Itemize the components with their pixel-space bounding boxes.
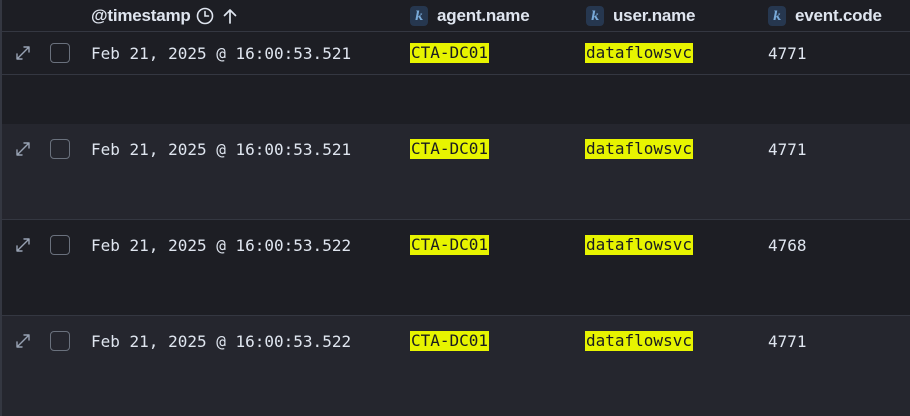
- event-code-cell: 4771: [768, 43, 807, 63]
- discover-data-grid: @timestamp k agent.name k user.name k ev…: [0, 0, 910, 416]
- agent-name-cell: CTA-DC01: [410, 43, 490, 63]
- keyword-field-type-icon: k: [410, 5, 428, 26]
- row-select-checkbox[interactable]: [50, 139, 70, 159]
- search-highlight: CTA-DC01: [410, 43, 490, 63]
- column-header-agent-name[interactable]: k agent.name: [410, 0, 530, 31]
- expand-row-icon[interactable]: [14, 236, 32, 254]
- user-name-cell: dataflowsvc: [585, 43, 693, 63]
- search-highlight: dataflowsvc: [585, 331, 693, 351]
- agent-name-cell: CTA-DC01: [410, 331, 490, 351]
- column-header-label: event.code: [795, 5, 882, 25]
- grid-left-border: [0, 0, 2, 416]
- timestamp-cell: Feb 21, 2025 @ 16:00:53.522: [91, 331, 352, 351]
- clock-icon: [195, 6, 215, 26]
- row-select-checkbox[interactable]: [50, 235, 70, 255]
- expand-row-icon[interactable]: [14, 44, 32, 62]
- table-row: Feb 21, 2025 @ 16:00:53.521 CTA-DC01 dat…: [0, 124, 910, 220]
- timestamp-cell: Feb 21, 2025 @ 16:00:53.521: [91, 43, 352, 63]
- search-highlight: CTA-DC01: [410, 331, 490, 351]
- search-highlight: dataflowsvc: [585, 139, 693, 159]
- search-highlight: CTA-DC01: [410, 235, 490, 255]
- user-name-cell: dataflowsvc: [585, 139, 693, 159]
- event-code-cell: 4768: [768, 235, 807, 255]
- column-header-timestamp[interactable]: @timestamp: [91, 0, 239, 31]
- user-name-cell: dataflowsvc: [585, 331, 693, 351]
- search-highlight: CTA-DC01: [410, 139, 490, 159]
- table-row: Feb 21, 2025 @ 16:00:53.522 CTA-DC01 dat…: [0, 316, 910, 416]
- column-header-event-code[interactable]: k event.code: [768, 0, 882, 31]
- search-highlight: dataflowsvc: [585, 235, 693, 255]
- agent-name-cell: CTA-DC01: [410, 235, 490, 255]
- row-select-checkbox[interactable]: [50, 331, 70, 351]
- sort-ascending-icon[interactable]: [221, 6, 239, 26]
- agent-name-cell: CTA-DC01: [410, 139, 490, 159]
- expand-row-icon[interactable]: [14, 140, 32, 158]
- search-highlight: dataflowsvc: [585, 43, 693, 63]
- user-name-cell: dataflowsvc: [585, 235, 693, 255]
- timestamp-cell: Feb 21, 2025 @ 16:00:53.521: [91, 139, 352, 159]
- keyword-field-type-icon: k: [586, 5, 604, 26]
- column-header-label: agent.name: [437, 5, 530, 25]
- grid-header: @timestamp k agent.name k user.name k ev…: [0, 0, 910, 32]
- row-select-checkbox[interactable]: [50, 43, 70, 63]
- event-code-cell: 4771: [768, 331, 807, 351]
- column-header-user-name[interactable]: k user.name: [586, 0, 696, 31]
- column-header-label: @timestamp: [91, 5, 191, 25]
- table-row: Feb 21, 2025 @ 16:00:53.522 CTA-DC01 dat…: [0, 220, 910, 316]
- timestamp-cell: Feb 21, 2025 @ 16:00:53.522: [91, 235, 352, 255]
- column-header-label: user.name: [613, 5, 696, 25]
- keyword-field-type-icon: k: [768, 5, 786, 26]
- expand-row-icon[interactable]: [14, 332, 32, 350]
- event-code-cell: 4771: [768, 139, 807, 159]
